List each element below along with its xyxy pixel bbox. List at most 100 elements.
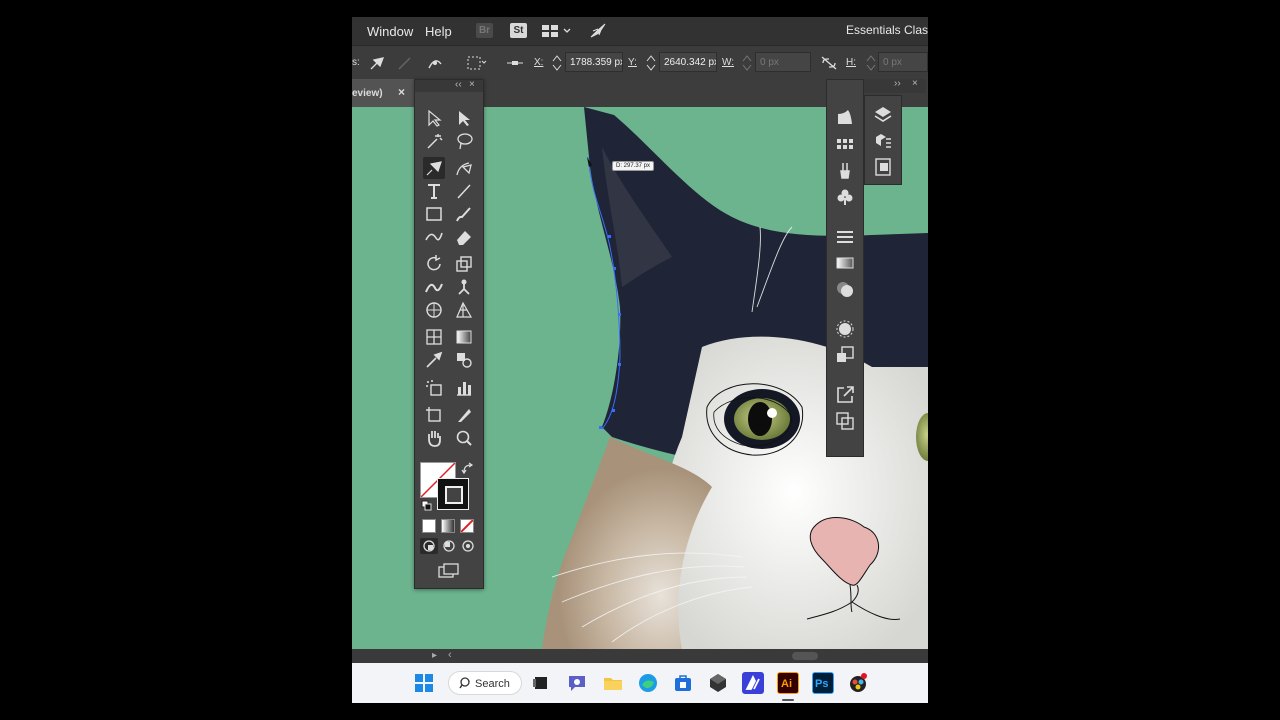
teams-chat-icon[interactable] bbox=[566, 672, 588, 694]
close-dock-icon[interactable]: × bbox=[912, 78, 918, 89]
collapse-tools-icon[interactable]: ‹‹ bbox=[455, 79, 462, 90]
color-mode-icon[interactable] bbox=[422, 519, 436, 533]
arrange-documents-icon[interactable] bbox=[542, 24, 572, 38]
draw-inside-icon[interactable] bbox=[459, 538, 477, 554]
smooth-anchor-icon[interactable] bbox=[426, 54, 444, 72]
expand-dock2-icon[interactable]: ›› bbox=[894, 78, 901, 89]
bridge-button[interactable]: Br bbox=[476, 23, 493, 38]
screen-mode-icon[interactable] bbox=[437, 562, 461, 580]
handles-icon[interactable] bbox=[396, 54, 414, 72]
asset-export-panel-icon[interactable] bbox=[834, 384, 856, 406]
close-tools-icon[interactable]: × bbox=[469, 79, 475, 90]
none-mode-icon[interactable] bbox=[460, 519, 474, 533]
w-field[interactable]: 0 px bbox=[755, 52, 811, 72]
default-fill-stroke-icon[interactable] bbox=[421, 499, 433, 517]
libraries-panel-icon[interactable] bbox=[872, 130, 894, 152]
document-tab[interactable]: eview) × bbox=[352, 79, 414, 107]
stroke-panel-icon[interactable] bbox=[834, 226, 856, 248]
layers-panel-icon[interactable] bbox=[872, 104, 894, 126]
transform-icon[interactable] bbox=[466, 54, 487, 72]
direct-selection-tool-icon[interactable] bbox=[453, 107, 475, 129]
photoshop-taskbar-icon[interactable]: Ps bbox=[812, 672, 834, 694]
constrain-link-icon[interactable] bbox=[820, 54, 838, 72]
brushes-panel-icon[interactable] bbox=[834, 160, 856, 182]
scale-tool-icon[interactable] bbox=[453, 253, 475, 275]
gpu-rocket-icon[interactable] bbox=[589, 23, 607, 39]
taskbar-search[interactable]: Search bbox=[448, 671, 522, 695]
swap-fill-stroke-icon[interactable] bbox=[461, 462, 475, 481]
puppet-warp-tool-icon[interactable] bbox=[453, 276, 475, 298]
mesh-tool-icon[interactable] bbox=[423, 326, 445, 348]
edge-icon[interactable] bbox=[637, 672, 659, 694]
y-stepper-icon[interactable] bbox=[646, 54, 656, 75]
magic-wand-tool-icon[interactable] bbox=[423, 130, 445, 152]
search-label: Search bbox=[475, 678, 510, 690]
h-field[interactable]: 0 px bbox=[878, 52, 928, 72]
tools-panel-header[interactable]: ‹‹ × bbox=[415, 79, 483, 92]
3d-app-icon[interactable] bbox=[707, 672, 729, 694]
line-segment-tool-icon[interactable] bbox=[453, 180, 475, 202]
document-info-panel-icon[interactable] bbox=[872, 156, 894, 178]
free-transform-tool-icon[interactable] bbox=[423, 299, 445, 321]
symbols-panel-icon[interactable] bbox=[834, 186, 856, 208]
h-stepper-icon[interactable] bbox=[866, 54, 876, 75]
scroll-right-icon[interactable]: ▸ bbox=[432, 650, 437, 661]
w-stepper-icon[interactable] bbox=[742, 54, 752, 75]
illustrator-window: Window Help Br St Essentials Clas s: X: … bbox=[352, 17, 928, 703]
transparency-panel-icon[interactable] bbox=[834, 278, 856, 300]
menu-help[interactable]: Help bbox=[425, 24, 452, 39]
eyedropper-tool-icon[interactable] bbox=[423, 349, 445, 371]
blend-tool-icon[interactable] bbox=[453, 349, 475, 371]
scroll-thumb[interactable] bbox=[792, 652, 818, 660]
affinity-icon[interactable] bbox=[742, 672, 764, 694]
type-tool-icon[interactable] bbox=[423, 180, 445, 202]
convert-anchor-icon[interactable] bbox=[368, 54, 386, 72]
appearance-panel-icon[interactable] bbox=[834, 318, 856, 340]
navigator-panel-icon[interactable] bbox=[834, 106, 856, 128]
artboards-panel-icon[interactable] bbox=[834, 410, 856, 432]
selection-tool-icon[interactable] bbox=[423, 107, 445, 129]
width-tool-icon[interactable] bbox=[423, 276, 445, 298]
windows-start-icon[interactable] bbox=[413, 672, 435, 694]
y-field[interactable]: 2640.342 px bbox=[659, 52, 717, 72]
curvature-tool-icon[interactable] bbox=[453, 157, 475, 179]
reference-point-icon[interactable] bbox=[506, 54, 524, 72]
store-icon[interactable] bbox=[672, 672, 694, 694]
scroll-left-icon[interactable]: ‹ bbox=[448, 649, 452, 661]
distance-tooltip: D: 297.37 px bbox=[612, 161, 655, 171]
x-stepper-icon[interactable] bbox=[552, 54, 562, 75]
eraser-tool-icon[interactable] bbox=[453, 226, 475, 248]
close-tab-icon[interactable]: × bbox=[398, 85, 405, 99]
hand-tool-icon[interactable] bbox=[423, 427, 445, 449]
lasso-tool-icon[interactable] bbox=[453, 130, 475, 152]
draw-normal-icon[interactable] bbox=[420, 538, 438, 554]
x-field[interactable]: 1788.359 px bbox=[565, 52, 623, 72]
paintbrush-tool-icon[interactable] bbox=[453, 203, 475, 225]
horizontal-scrollbar[interactable]: ▸ ‹ bbox=[352, 649, 928, 663]
gradient-tool-icon[interactable] bbox=[453, 326, 475, 348]
stock-button[interactable]: St bbox=[510, 23, 527, 38]
stroke-swatch[interactable] bbox=[437, 478, 469, 510]
rectangle-tool-icon[interactable] bbox=[423, 203, 445, 225]
illustrator-taskbar-icon[interactable]: Ai bbox=[777, 672, 799, 694]
gradient-mode-icon[interactable] bbox=[441, 519, 455, 533]
pen-tool-icon[interactable] bbox=[423, 157, 445, 179]
zoom-tool-icon[interactable] bbox=[453, 427, 475, 449]
draw-behind-icon[interactable] bbox=[440, 538, 458, 554]
shaper-tool-icon[interactable] bbox=[423, 226, 445, 248]
gradient-panel-icon[interactable] bbox=[834, 252, 856, 274]
swatches-panel-icon[interactable] bbox=[834, 134, 856, 156]
davinci-resolve-icon[interactable] bbox=[847, 672, 869, 694]
slice-tool-icon[interactable] bbox=[453, 404, 475, 426]
file-explorer-icon[interactable] bbox=[602, 672, 624, 694]
graphic-styles-panel-icon[interactable] bbox=[834, 344, 856, 366]
menu-window[interactable]: Window bbox=[367, 24, 413, 39]
perspective-grid-tool-icon[interactable] bbox=[453, 299, 475, 321]
rotate-tool-icon[interactable] bbox=[423, 253, 445, 275]
symbol-sprayer-tool-icon[interactable] bbox=[423, 377, 445, 399]
column-graph-tool-icon[interactable] bbox=[453, 377, 475, 399]
task-view-icon[interactable] bbox=[530, 672, 552, 694]
menu-bar: Window Help Br St Essentials Clas bbox=[352, 17, 928, 45]
artboard-tool-icon[interactable] bbox=[423, 404, 445, 426]
workspace-switcher[interactable]: Essentials Clas bbox=[846, 23, 928, 37]
